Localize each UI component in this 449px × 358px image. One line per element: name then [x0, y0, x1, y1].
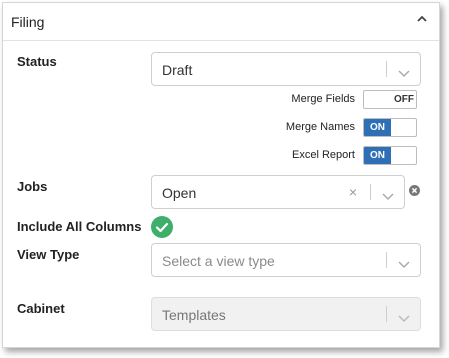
merge-names-toggle[interactable]: ON	[363, 118, 417, 137]
toggle-state: OFF	[394, 94, 414, 105]
select-divider	[386, 61, 387, 77]
chevron-down-icon[interactable]	[397, 256, 411, 269]
excel-report-label: Excel Report	[292, 149, 355, 161]
jobs-value: Open	[162, 185, 197, 201]
select-divider	[370, 184, 371, 200]
cabinet-select: Templates	[151, 297, 421, 331]
status-value: Draft	[162, 62, 193, 78]
jobs-select[interactable]: Open ×	[151, 175, 405, 209]
chevron-up-icon[interactable]	[415, 12, 429, 26]
cabinet-label: Cabinet	[17, 301, 65, 316]
toggle-state: ON	[364, 119, 391, 136]
status-select[interactable]: Draft	[151, 52, 421, 86]
jobs-label: Jobs	[17, 179, 48, 194]
clear-icon[interactable]: ×	[347, 185, 359, 199]
excel-report-toggle[interactable]: ON	[363, 146, 417, 165]
view-type-placeholder: Select a view type	[162, 253, 275, 269]
view-type-label: View Type	[17, 247, 80, 262]
chevron-down-icon[interactable]	[397, 65, 411, 78]
chevron-down-icon[interactable]	[381, 188, 395, 201]
view-type-select[interactable]: Select a view type	[151, 243, 421, 277]
panel-title: Filing	[11, 14, 45, 30]
toggle-row-excel-report: Excel Report ON	[217, 146, 417, 166]
status-label: Status	[17, 54, 57, 69]
toggle-row-merge-names: Merge Names ON	[217, 118, 417, 138]
panel-header[interactable]: Filing	[3, 3, 439, 41]
toggle-row-merge-fields: Merge Fields OFF	[217, 90, 417, 110]
select-divider	[386, 252, 387, 268]
merge-fields-toggle[interactable]: OFF	[363, 90, 417, 109]
cabinet-value: Templates	[162, 307, 226, 323]
select-divider	[386, 306, 387, 322]
merge-names-label: Merge Names	[285, 121, 355, 133]
checkmark-icon[interactable]	[151, 216, 173, 238]
include-all-columns-label: Include All Columns	[17, 219, 142, 234]
merge-fields-label: Merge Fields	[291, 93, 355, 105]
filing-panel: Filing Status Draft Merge Fields OFF Mer…	[2, 2, 440, 348]
toggle-state: ON	[364, 147, 391, 164]
remove-circle-icon[interactable]	[409, 183, 420, 196]
chevron-down-icon	[397, 310, 411, 323]
